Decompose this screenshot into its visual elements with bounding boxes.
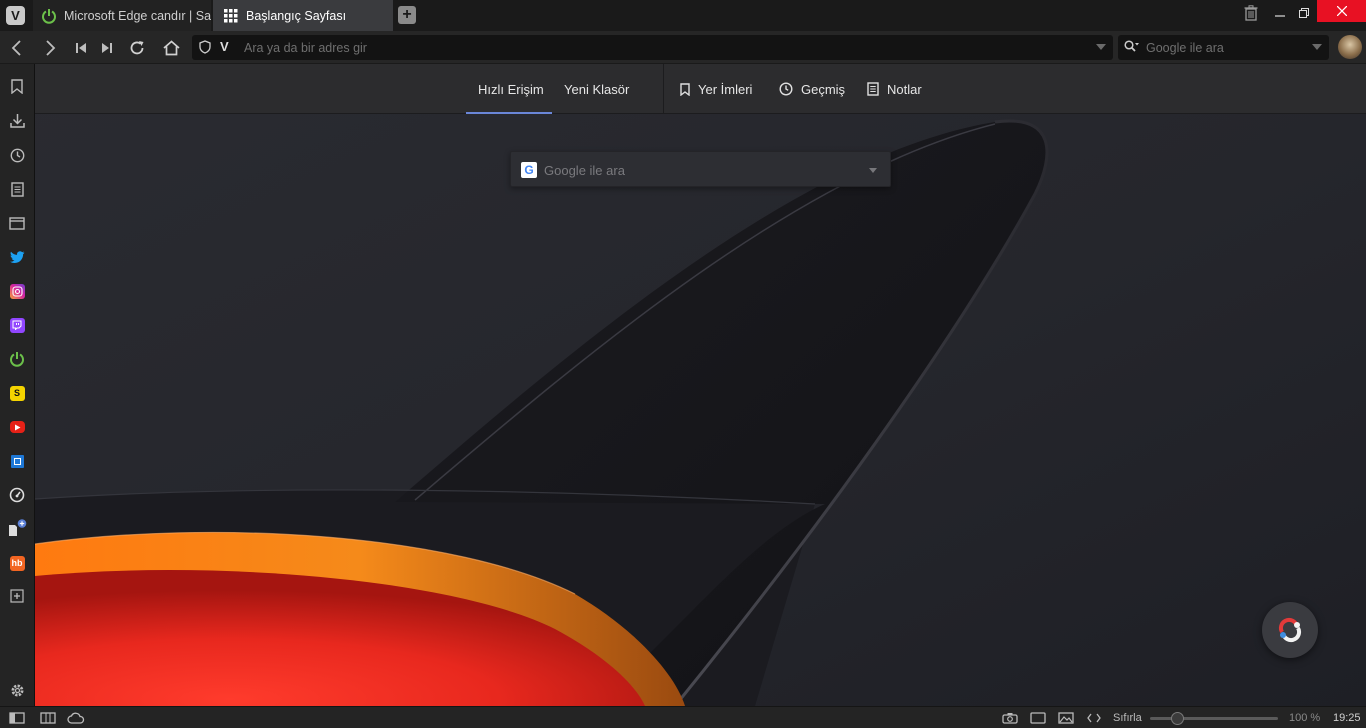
- tab-start-page[interactable]: Başlangıç Sayfası: [213, 0, 393, 31]
- reload-icon[interactable]: [126, 37, 148, 59]
- tab-history-label: Geçmiş: [801, 81, 846, 97]
- tab-notes-label: Notlar: [887, 81, 922, 97]
- start-page-nav: Hızlı Erişim Yeni Klasör Yer İmleri Geçm…: [35, 64, 1366, 114]
- grid-icon: [222, 7, 240, 25]
- search-icon: [1124, 40, 1140, 59]
- nav-divider: [663, 64, 664, 114]
- bookmarks-icon[interactable]: [7, 76, 27, 96]
- tab-bookmarks[interactable]: Yer İmleri: [680, 64, 752, 114]
- fast-forward-button[interactable]: [96, 37, 118, 59]
- s-icon[interactable]: S: [7, 383, 27, 403]
- tab-notes[interactable]: Notlar: [867, 64, 922, 114]
- window-icon[interactable]: [7, 213, 27, 233]
- profile-avatar[interactable]: [1338, 35, 1362, 59]
- power-icon: [40, 7, 58, 25]
- home-icon[interactable]: [160, 37, 182, 59]
- notes-icon: [867, 82, 879, 96]
- active-tab-indicator: [466, 112, 552, 114]
- search-placeholder: Google ile ara: [1146, 41, 1224, 55]
- sync-cloud-icon[interactable]: [66, 710, 86, 726]
- bookmark-icon: [680, 82, 690, 96]
- tab-title: Microsoft Edge candır | Sayfa: [64, 8, 211, 23]
- zoom-reset-button[interactable]: Sıfırla: [1113, 710, 1142, 726]
- start-page: Hızlı Erişim Yeni Klasör Yer İmleri Geçm…: [35, 64, 1366, 706]
- tab-microsoft-edge[interactable]: Microsoft Edge candır | Sayfa: [33, 0, 211, 31]
- youtube-icon[interactable]: [7, 417, 27, 437]
- search-dropdown-icon[interactable]: [1312, 44, 1322, 50]
- forward-button[interactable]: [39, 37, 61, 59]
- code-icon[interactable]: [1084, 710, 1104, 726]
- page-tiling-icon[interactable]: [1028, 710, 1048, 726]
- tab-bar: V Microsoft Edge candır | Sayfa Başlangı…: [0, 0, 1366, 31]
- side-panel: S hb: [0, 64, 35, 706]
- image-icon[interactable]: [1056, 710, 1076, 726]
- restore-button[interactable]: [1292, 0, 1316, 26]
- trash-icon[interactable]: [1240, 0, 1262, 26]
- search-field[interactable]: Google ile ara: [1118, 35, 1329, 60]
- extension-floating-button[interactable]: [1262, 602, 1318, 658]
- twitter-icon[interactable]: [7, 247, 27, 267]
- address-placeholder: Ara ya da bir adres gir: [244, 41, 367, 55]
- tab-title: Başlangıç Sayfası: [246, 8, 347, 23]
- search-engine-dropdown-icon[interactable]: [869, 168, 877, 173]
- clock-icon: [779, 82, 793, 96]
- new-tab-button[interactable]: +: [398, 6, 416, 24]
- vivaldi-menu-button[interactable]: V: [6, 6, 25, 25]
- notes-icon[interactable]: [7, 179, 27, 199]
- status-bar: Sıfırla 100 % 19:25: [0, 706, 1366, 728]
- shield-icon[interactable]: [199, 40, 211, 59]
- zoom-level: 100 %: [1289, 712, 1321, 724]
- start-page-search-placeholder: Google ile ara: [544, 163, 625, 178]
- magnet-icon: [1278, 617, 1302, 643]
- history-icon[interactable]: [7, 145, 27, 165]
- address-toolbar: V Ara ya da bir adres gir Google ile ara: [0, 31, 1366, 64]
- downloads-icon[interactable]: [7, 110, 27, 130]
- address-dropdown-icon[interactable]: [1096, 44, 1106, 50]
- page-add-icon[interactable]: [7, 519, 27, 539]
- browser-window: V Microsoft Edge candır | Sayfa Başlangı…: [0, 0, 1366, 728]
- chip-icon[interactable]: [7, 451, 27, 471]
- zoom-reset-label: Sıfırla: [1113, 712, 1142, 724]
- close-button[interactable]: [1317, 0, 1366, 22]
- tab-new-folder[interactable]: Yeni Klasör: [564, 64, 629, 114]
- gauge-icon[interactable]: [7, 485, 27, 505]
- zoom-slider[interactable]: [1150, 717, 1278, 720]
- tab-speed-dial[interactable]: Hızlı Erişim: [478, 64, 544, 114]
- google-icon: G: [521, 162, 537, 178]
- tab-bookmarks-label: Yer İmleri: [698, 81, 753, 97]
- tab-history[interactable]: Geçmiş: [779, 64, 845, 114]
- tab-speed-dial-label: Hızlı Erişim: [478, 81, 544, 97]
- start-page-search-field[interactable]: G Google ile ara: [510, 151, 891, 187]
- power-icon[interactable]: [7, 349, 27, 369]
- rewind-button[interactable]: [70, 37, 92, 59]
- address-field[interactable]: V Ara ya da bir adres gir: [192, 35, 1113, 60]
- zoom-slider-handle[interactable]: [1171, 712, 1184, 725]
- twitch-icon[interactable]: [7, 315, 27, 335]
- vivaldi-page-icon: V: [220, 39, 229, 54]
- back-button[interactable]: [6, 37, 28, 59]
- minimize-button[interactable]: [1268, 0, 1292, 26]
- add-panel-icon[interactable]: [7, 586, 27, 606]
- tile-icon[interactable]: [39, 710, 57, 726]
- tab-new-folder-label: Yeni Klasör: [564, 81, 630, 97]
- hb-icon[interactable]: hb: [7, 553, 27, 573]
- panel-toggle-icon[interactable]: [8, 710, 26, 726]
- clock: 19:25: [1333, 712, 1361, 724]
- settings-gear-icon[interactable]: [7, 680, 27, 700]
- instagram-icon[interactable]: [7, 281, 27, 301]
- camera-icon[interactable]: [1000, 710, 1020, 726]
